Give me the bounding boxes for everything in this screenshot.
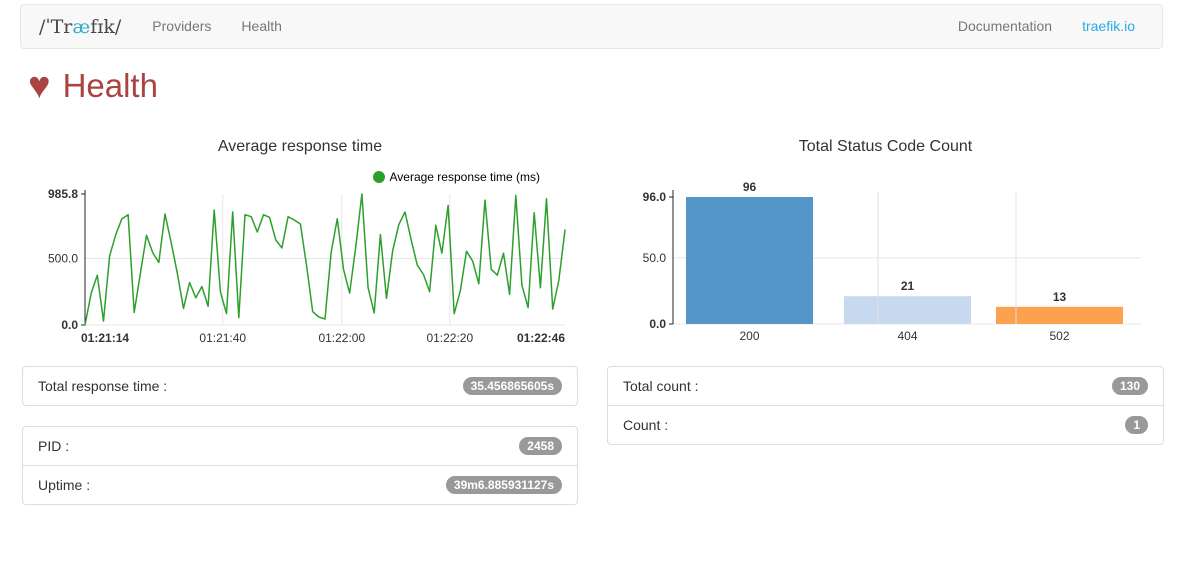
- panel-row-total-response: Total response time : 35.456865605s: [23, 367, 577, 405]
- total-count-badge: 130: [1112, 377, 1148, 395]
- svg-text:01:21:40: 01:21:40: [199, 331, 246, 345]
- svg-text:01:22:00: 01:22:00: [318, 331, 365, 345]
- svg-text:96.0: 96.0: [643, 190, 667, 204]
- brand-suffix: fɪk/: [90, 16, 121, 38]
- status-code-section: Total Status Code Count 0.0 50.0 96.0 96 200…: [607, 130, 1164, 445]
- svg-text:0.0: 0.0: [61, 318, 78, 332]
- svg-text:21: 21: [901, 279, 915, 293]
- total-response-time-badge: 35.456865605s: [463, 377, 562, 395]
- pid-badge: 2458: [519, 437, 562, 455]
- svg-text:01:22:20: 01:22:20: [426, 331, 473, 345]
- nav-links-right: Documentation traefik.io: [943, 5, 1162, 48]
- process-info-panel: PID : 2458 Uptime : 39m6.885931127s: [22, 426, 578, 505]
- heart-icon: ♥: [28, 67, 51, 105]
- panel-row-pid: PID : 2458: [23, 427, 577, 465]
- svg-text:01:22:46: 01:22:46: [517, 331, 565, 345]
- panel-row-total-count: Total count : 130: [608, 367, 1163, 405]
- uptime-badge: 39m6.885931127s: [446, 476, 562, 494]
- svg-text:01:21:14: 01:21:14: [81, 331, 129, 345]
- uptime-label: Uptime :: [38, 477, 90, 493]
- page-title-text: Health: [63, 66, 158, 106]
- panel-row-count: Count : 1: [608, 405, 1163, 444]
- svg-text:13: 13: [1053, 290, 1067, 304]
- nav-item-traefik-io[interactable]: traefik.io: [1067, 4, 1150, 49]
- legend-label: Average response time (ms): [389, 170, 540, 184]
- response-time-section: Average response time Average response t…: [22, 130, 578, 505]
- pid-label: PID :: [38, 438, 69, 454]
- total-response-time-panel: Total response time : 35.456865605s: [22, 366, 578, 406]
- navbar: /ˈTræfɪk/ Providers Health Documentation…: [20, 4, 1163, 49]
- traefik-logo[interactable]: /ˈTræfɪk/: [21, 16, 137, 38]
- brand-accent: æ: [72, 16, 90, 38]
- count-label: Count :: [623, 417, 668, 433]
- count-badge: 1: [1125, 416, 1148, 434]
- total-count-label: Total count :: [623, 378, 699, 394]
- svg-text:985.8: 985.8: [48, 187, 78, 201]
- line-chart-legend[interactable]: Average response time (ms): [22, 170, 578, 184]
- svg-text:502: 502: [1049, 329, 1069, 343]
- status-counts-panel: Total count : 130 Count : 1: [607, 366, 1164, 445]
- line-chart-svg: 0.0 500.0 985.8 01:21:14 01:21:40 01:22:00 01:…: [22, 187, 578, 347]
- panel-row-uptime: Uptime : 39m6.885931127s: [23, 465, 577, 504]
- page-title: ♥ Health: [28, 66, 158, 106]
- brand-prefix: /ˈTr: [39, 16, 72, 38]
- nav-item-health[interactable]: Health: [226, 4, 296, 49]
- svg-text:500.0: 500.0: [48, 252, 78, 266]
- nav-item-providers[interactable]: Providers: [137, 4, 226, 49]
- svg-text:404: 404: [897, 329, 917, 343]
- svg-text:50.0: 50.0: [643, 251, 667, 265]
- legend-dot-icon: [373, 171, 385, 183]
- svg-text:96: 96: [743, 180, 757, 194]
- bar-chart-title: Total Status Code Count: [607, 138, 1164, 156]
- nav-item-documentation[interactable]: Documentation: [943, 4, 1067, 49]
- svg-text:0.0: 0.0: [649, 317, 666, 331]
- bar-chart-svg: 0.0 50.0 96.0 96 200 21 404 13 502: [607, 170, 1164, 345]
- nav-links-left: Providers Health: [137, 5, 297, 48]
- line-chart-title: Average response time: [22, 138, 578, 156]
- total-response-time-label: Total response time :: [38, 378, 167, 394]
- svg-text:200: 200: [739, 329, 759, 343]
